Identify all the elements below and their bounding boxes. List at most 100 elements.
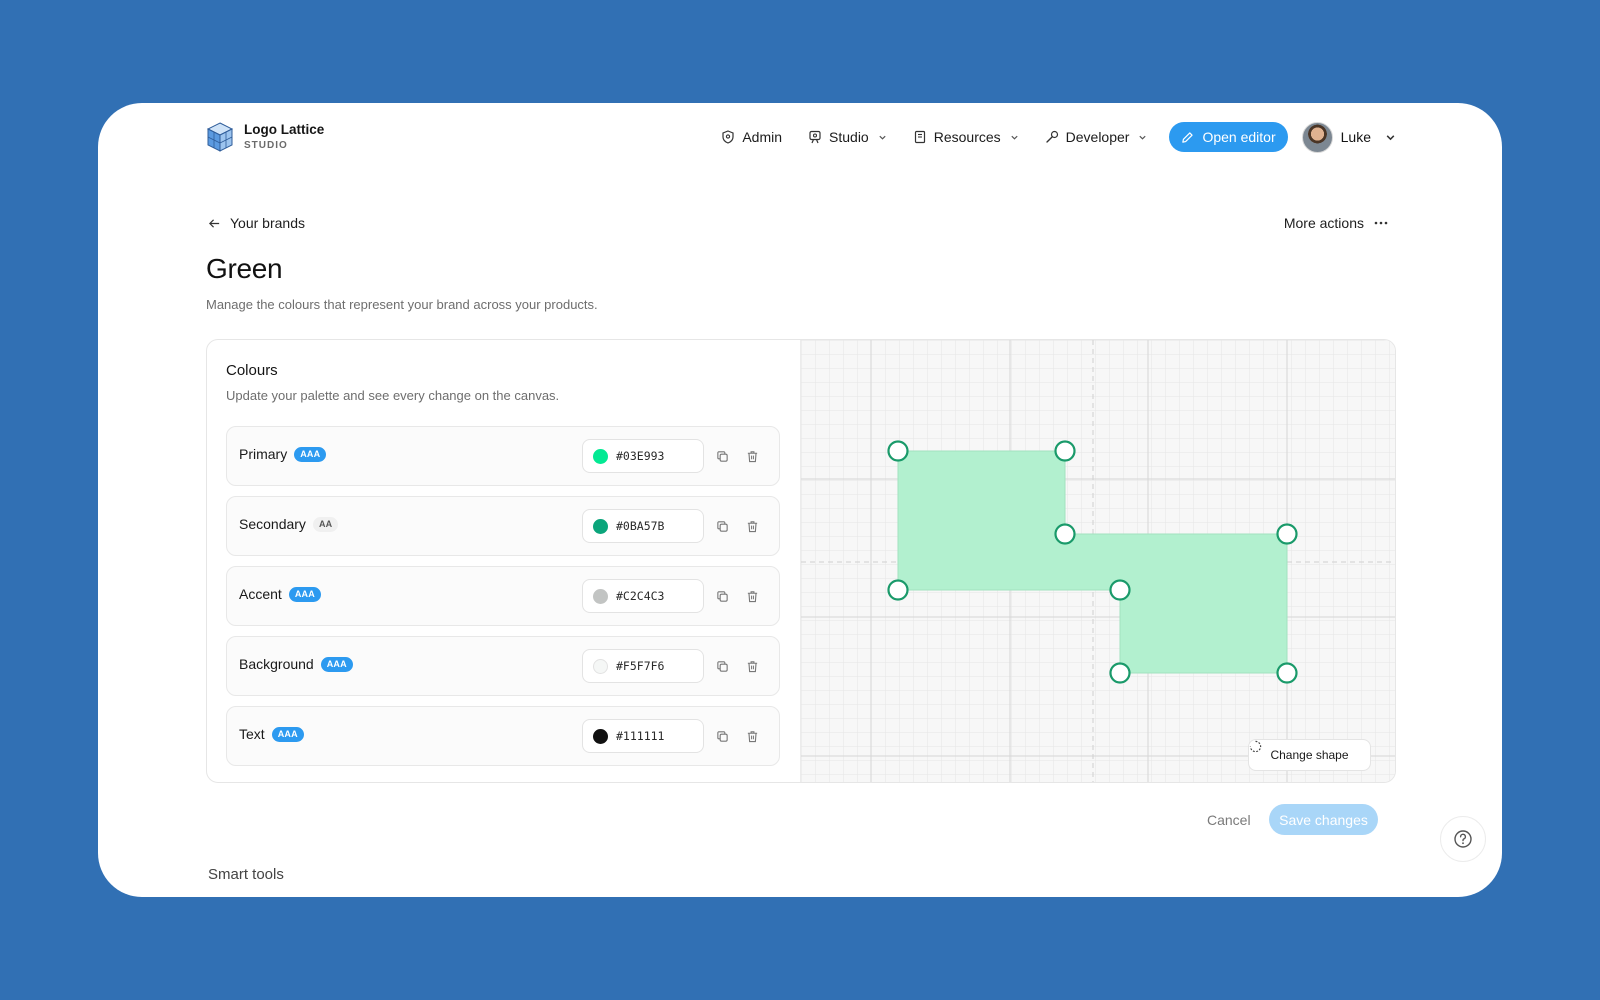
nav-studio-label: Studio xyxy=(829,129,869,145)
main-nav: Admin Studio Resources Developer Open ed… xyxy=(695,117,1396,157)
hex-input[interactable]: #0BA57B xyxy=(582,509,704,543)
trash-icon[interactable] xyxy=(743,727,761,745)
colour-name: Background xyxy=(239,656,314,672)
studio-icon xyxy=(809,130,821,144)
ellipsis-icon xyxy=(1374,221,1388,225)
colours-panel: Colours Update your palette and see ever… xyxy=(207,340,800,782)
contrast-badge: AAA xyxy=(320,656,353,672)
avatar xyxy=(1301,121,1333,153)
app-subtitle: STUDIO xyxy=(244,139,288,151)
logo-lattice-icon xyxy=(206,122,234,152)
colours-title: Colours xyxy=(226,362,278,379)
chevron-down-icon xyxy=(1139,135,1147,140)
vertex-handle[interactable] xyxy=(1276,523,1298,545)
copy-icon[interactable] xyxy=(713,657,731,675)
more-actions-label: More actions xyxy=(1283,215,1364,231)
nav-developer-label: Developer xyxy=(1065,129,1130,145)
help-icon xyxy=(1454,830,1472,848)
vertex-handle[interactable] xyxy=(887,579,909,601)
vertex-handle[interactable] xyxy=(1109,579,1131,601)
hex-value: #03E993 xyxy=(616,449,665,463)
colour-row: Accent AAA #C2C4C3 xyxy=(226,566,780,626)
hex-input[interactable]: #111111 xyxy=(582,719,704,753)
open-editor-button[interactable]: Open editor xyxy=(1169,122,1288,152)
colour-row: Primary AAA #03E993 xyxy=(226,426,780,486)
chevron-down-icon xyxy=(879,135,886,140)
loader-icon xyxy=(1249,740,1262,753)
trash-icon[interactable] xyxy=(743,587,761,605)
copy-icon[interactable] xyxy=(713,447,731,465)
pencil-icon xyxy=(1182,131,1194,143)
open-editor-label: Open editor xyxy=(1202,129,1276,145)
vertex-handle[interactable] xyxy=(1054,440,1076,462)
vertex-handle[interactable] xyxy=(1109,662,1131,684)
hex-value: #0BA57B xyxy=(616,519,665,533)
book-icon xyxy=(914,130,925,144)
contrast-badge: AA xyxy=(312,516,339,532)
back-link[interactable]: Your brands xyxy=(208,215,305,231)
hex-value: #111111 xyxy=(616,729,665,743)
colours-card: Colours Update your palette and see ever… xyxy=(206,339,1396,783)
colour-name: Accent xyxy=(239,586,282,602)
colour-swatch[interactable] xyxy=(593,588,608,604)
shield-icon xyxy=(722,130,734,144)
colour-swatch[interactable] xyxy=(593,518,608,534)
canvas-drawing[interactable] xyxy=(801,340,1396,783)
colour-swatch[interactable] xyxy=(593,448,608,464)
colour-row: Background AAA #F5F7F6 xyxy=(226,636,780,696)
nav-studio[interactable]: Studio xyxy=(808,129,887,145)
hex-input[interactable]: #C2C4C3 xyxy=(582,579,704,613)
vertex-handle[interactable] xyxy=(887,440,909,462)
shape-canvas[interactable]: Change shape xyxy=(800,340,1396,783)
breadcrumb: Your brands More actions xyxy=(206,215,1396,235)
vertex-handle[interactable] xyxy=(1054,523,1076,545)
arrow-left-icon xyxy=(209,218,220,228)
chevron-down-icon xyxy=(1386,134,1395,140)
hex-input[interactable]: #03E993 xyxy=(582,439,704,473)
copy-icon[interactable] xyxy=(713,727,731,745)
save-changes-button[interactable]: Save changes xyxy=(1269,804,1378,835)
nav-developer[interactable]: Developer xyxy=(1045,129,1148,145)
contrast-badge: AAA xyxy=(294,446,327,462)
wrench-icon xyxy=(1045,130,1058,143)
smart-tools-heading: Smart tools xyxy=(208,866,284,883)
vertex-handle[interactable] xyxy=(1276,662,1298,684)
top-bar: Logo Lattice STUDIO Admin Studio Resourc… xyxy=(206,117,1396,157)
colour-row: Text AAA #111111 xyxy=(226,706,780,766)
colour-name: Primary xyxy=(239,446,288,462)
nav-admin-label: Admin xyxy=(742,129,783,145)
hex-value: #C2C4C3 xyxy=(616,589,665,603)
app-name: Logo Lattice xyxy=(244,122,325,138)
copy-icon[interactable] xyxy=(713,517,731,535)
help-button[interactable] xyxy=(1440,816,1486,862)
nav-resources[interactable]: Resources xyxy=(913,129,1019,145)
change-shape-label: Change shape xyxy=(1270,748,1349,762)
trash-icon[interactable] xyxy=(743,657,761,675)
content: Logo Lattice STUDIO Admin Studio Resourc… xyxy=(206,103,1396,897)
nav-admin[interactable]: Admin xyxy=(721,129,782,145)
trash-icon[interactable] xyxy=(743,517,761,535)
contrast-badge: AAA xyxy=(288,586,321,602)
colour-swatch[interactable] xyxy=(593,658,608,674)
change-shape-button[interactable]: Change shape xyxy=(1248,739,1371,771)
copy-icon[interactable] xyxy=(713,587,731,605)
colour-swatch[interactable] xyxy=(593,728,608,744)
colour-name: Secondary xyxy=(239,516,306,532)
hex-input[interactable]: #F5F7F6 xyxy=(582,649,704,683)
colour-name: Text xyxy=(239,726,265,742)
back-link-label: Your brands xyxy=(230,215,305,231)
brand[interactable]: Logo Lattice STUDIO xyxy=(206,121,324,153)
more-actions-button[interactable]: More actions xyxy=(1284,215,1388,231)
user-menu[interactable]: Luke xyxy=(1301,121,1396,153)
hex-value: #F5F7F6 xyxy=(616,659,665,673)
app-window: Logo Lattice STUDIO Admin Studio Resourc… xyxy=(98,103,1502,897)
page-title: Green xyxy=(206,253,283,284)
chevron-down-icon xyxy=(1011,135,1018,140)
user-name: Luke xyxy=(1340,129,1371,145)
nav-resources-label: Resources xyxy=(933,129,1001,145)
cancel-button[interactable]: Cancel xyxy=(1207,812,1251,828)
colour-row: Secondary AA #0BA57B xyxy=(226,496,780,556)
page-subtitle: Manage the colours that represent your b… xyxy=(206,297,598,312)
trash-icon[interactable] xyxy=(743,447,761,465)
contrast-badge: AAA xyxy=(271,726,304,742)
